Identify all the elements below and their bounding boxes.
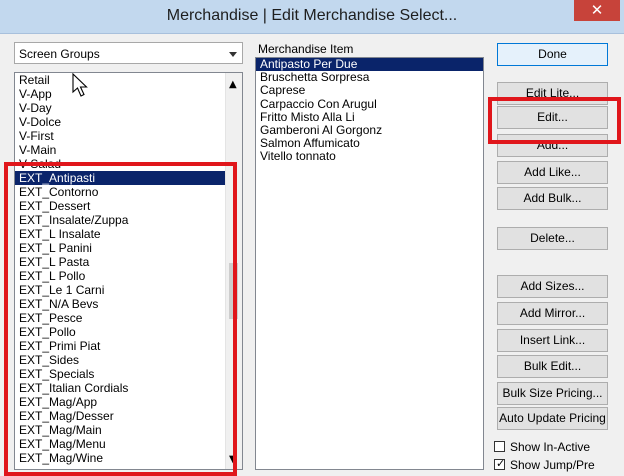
- auto-update-pricing-button[interactable]: Auto Update Pricing: [497, 407, 608, 430]
- check-icon: ✓: [496, 457, 506, 470]
- add-sizes-button[interactable]: Add Sizes...: [497, 275, 608, 298]
- merchandise-item-list[interactable]: Antipasto Per Due Bruschetta Sorpresa Capr…: [255, 57, 484, 470]
- show-inactive-label: Show In-Active: [510, 440, 591, 454]
- add-mirror-button[interactable]: Add Mirror...: [497, 302, 608, 325]
- add-button[interactable]: Add...: [497, 134, 608, 157]
- screen-groups-value: Screen Groups: [19, 47, 100, 61]
- edit-lite-button[interactable]: Edit Lite...: [497, 82, 608, 105]
- list-item[interactable]: EXT_Mag/Wine: [15, 451, 227, 465]
- list-item[interactable]: EXT_L Insalate: [15, 227, 227, 241]
- list-item[interactable]: EXT_Insalate/Zuppa: [15, 213, 227, 227]
- list-item[interactable]: EXT_Mag/App: [15, 395, 227, 409]
- list-item[interactable]: V-Dolce: [15, 115, 227, 129]
- merchandise-item-label: Merchandise Item: [258, 42, 354, 56]
- groups-scrollbar[interactable]: ▲ ▼: [225, 73, 242, 469]
- list-item[interactable]: EXT_Contorno: [15, 185, 227, 199]
- checkbox-box[interactable]: ✓: [494, 457, 506, 470]
- list-item[interactable]: EXT_N/A Bevs: [15, 297, 227, 311]
- list-item[interactable]: Retail: [15, 73, 227, 87]
- scroll-down-icon[interactable]: ▼: [229, 454, 237, 465]
- edit-button[interactable]: Edit...: [497, 106, 608, 129]
- list-item[interactable]: EXT_Le 1 Carni: [15, 283, 227, 297]
- scroll-up-icon[interactable]: ▲: [229, 79, 237, 90]
- list-item[interactable]: Vitello tonnato: [256, 150, 483, 163]
- list-item[interactable]: Caprese: [256, 84, 483, 97]
- mouse-cursor-icon: [72, 73, 88, 97]
- list-item[interactable]: EXT_Mag/Menu: [15, 437, 227, 451]
- list-item[interactable]: EXT_Pesce: [15, 311, 227, 325]
- list-item[interactable]: EXT_Specials: [15, 367, 227, 381]
- list-item[interactable]: Fritto Misto Alla Li: [256, 110, 483, 124]
- list-item[interactable]: EXT_Dessert: [15, 199, 227, 213]
- insert-link-button[interactable]: Insert Link...: [497, 329, 608, 352]
- list-item[interactable]: V-Salad: [15, 157, 227, 171]
- scroll-thumb[interactable]: [229, 263, 238, 319]
- list-item[interactable]: EXT_L Panini: [15, 241, 227, 255]
- close-button[interactable]: ✕: [574, 0, 620, 21]
- list-item[interactable]: EXT_Italian Cordials: [15, 381, 227, 395]
- chevron-down-icon: [229, 52, 237, 57]
- list-item[interactable]: EXT_L Pasta: [15, 255, 227, 269]
- checkbox-box[interactable]: [494, 441, 505, 452]
- list-item[interactable]: V-First: [15, 129, 227, 143]
- bulk-size-pricing-button[interactable]: Bulk Size Pricing...: [497, 382, 608, 405]
- list-item[interactable]: EXT_L Pollo: [15, 269, 227, 283]
- title-bar: Merchandise | Edit Merchandise Select...…: [0, 0, 624, 34]
- done-button[interactable]: Done: [497, 43, 608, 66]
- screen-groups-dropdown[interactable]: Screen Groups: [14, 42, 243, 64]
- window-title: Merchandise | Edit Merchandise Select...: [166, 7, 458, 24]
- screen-groups-list[interactable]: Retail V-App V-Day V-Dolce V-First V-Main V-Sa…: [14, 72, 243, 470]
- bulk-edit-button[interactable]: Bulk Edit...: [497, 355, 608, 378]
- close-icon: ✕: [590, 1, 604, 19]
- delete-button[interactable]: Delete...: [497, 227, 608, 250]
- list-item[interactable]: Carpaccio Con Arugul: [256, 97, 483, 111]
- list-item[interactable]: EXT_Mag/Main: [15, 423, 227, 437]
- list-item[interactable]: EXT_Antipasti: [15, 171, 227, 185]
- list-item[interactable]: EXT_Pollo: [15, 325, 227, 339]
- list-item[interactable]: V-App: [15, 87, 227, 101]
- list-item[interactable]: EXT_Mag/Desser: [15, 409, 227, 423]
- add-like-button[interactable]: Add Like...: [497, 161, 608, 184]
- list-item[interactable]: V-Day: [15, 101, 227, 115]
- list-item[interactable]: V-Main: [15, 143, 227, 157]
- add-bulk-button[interactable]: Add Bulk...: [497, 187, 608, 210]
- list-item[interactable]: EXT_Primi Piat: [15, 339, 227, 353]
- list-item[interactable]: EXT_Sides: [15, 353, 227, 367]
- show-jump-label: Show Jump/Pre: [510, 458, 595, 472]
